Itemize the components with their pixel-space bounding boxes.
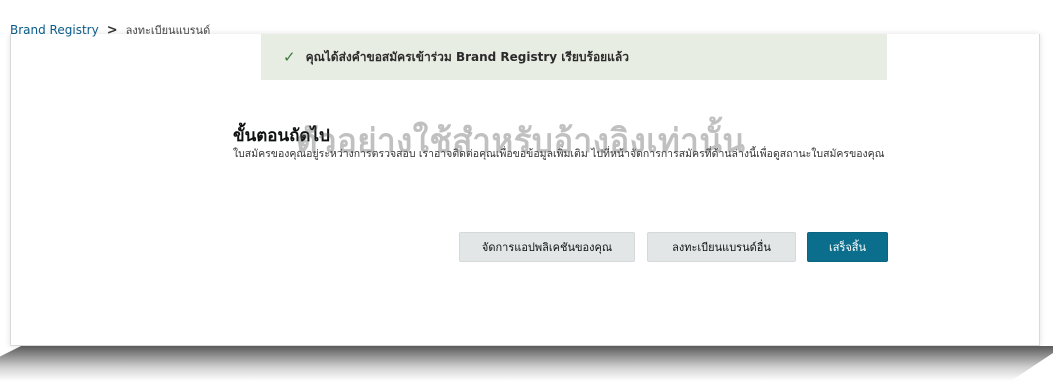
chevron-right-icon: > — [106, 22, 118, 38]
done-button[interactable]: เสร็จสิ้น — [807, 232, 888, 262]
checkmark-icon: ✓ — [283, 48, 296, 66]
breadcrumb-root-link[interactable]: Brand Registry — [10, 23, 99, 37]
manage-applications-button[interactable]: จัดการแอปพลิเคชันของคุณ — [459, 232, 635, 262]
watermark: ตัวอย่างใช้สำหรับอ้างอิงเท่านั้น — [296, 121, 746, 160]
register-other-brand-button[interactable]: ลงทะเบียนแบรนด์อื่น — [647, 232, 796, 262]
page-shadow — [0, 346, 1053, 381]
breadcrumb-current: ลงทะเบียนแบรนด์ — [125, 24, 211, 37]
content-card — [10, 34, 1040, 346]
success-message: คุณได้ส่งคำขอสมัครเข้าร่วม Brand Registr… — [305, 49, 630, 64]
success-banner: ✓ คุณได้ส่งคำขอสมัครเข้าร่วม Brand Regis… — [261, 34, 887, 80]
breadcrumb: Brand Registry > ลงทะเบียนแบรนด์ — [10, 21, 210, 39]
